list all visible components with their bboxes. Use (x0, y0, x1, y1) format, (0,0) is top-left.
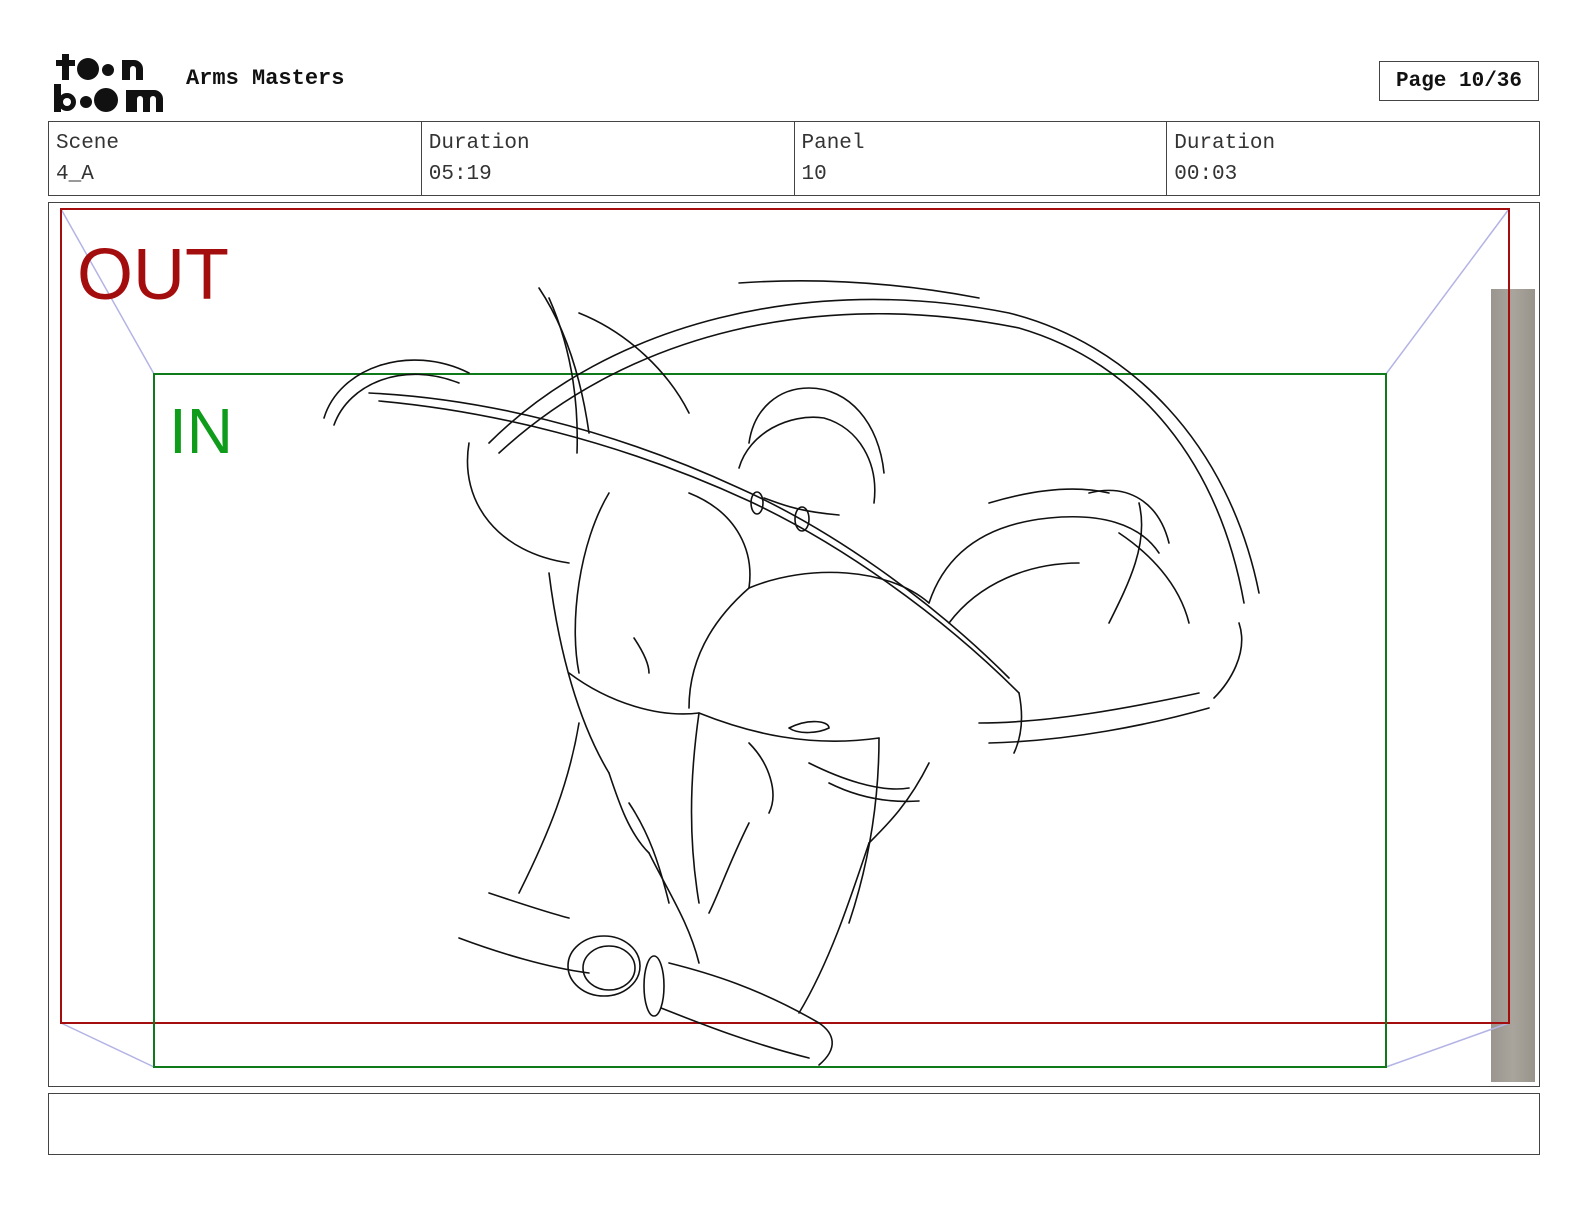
panel-duration-label: Duration (1174, 132, 1276, 155)
scene-label: Scene (56, 132, 120, 155)
toon-boom-logo (50, 50, 165, 114)
out-field-frame (60, 208, 1510, 1024)
scene-duration-value: 05:19 (428, 163, 492, 186)
character-sketch (323, 280, 1260, 1066)
scene-duration-label: Duration (428, 132, 530, 155)
in-field-label: IN (169, 395, 233, 467)
scene-value: 4_A (56, 163, 94, 186)
panel-value: 10 (801, 163, 827, 186)
panel-duration-value: 00:03 (1174, 163, 1238, 186)
storyboard-panel: OUT IN (48, 202, 1540, 1087)
panel-label: Panel (801, 132, 865, 155)
panel-cell: Panel 10 (795, 122, 1168, 195)
panel-info-table: Scene 4_A Duration 05:19 Panel 10 Durati… (48, 121, 1540, 196)
panel-canvas: OUT IN (60, 208, 1510, 1068)
panel-caption-box[interactable] (48, 1093, 1540, 1155)
scene-cell: Scene 4_A (49, 122, 422, 195)
out-field-label: OUT (77, 235, 229, 315)
scene-duration-cell: Duration 05:19 (422, 122, 795, 195)
camera-guide-lines (60, 208, 1510, 1068)
panel-duration-cell: Duration 00:03 (1167, 122, 1539, 195)
project-title: Arms Masters (186, 66, 345, 91)
page-indicator: Page 10/36 (1379, 61, 1539, 101)
